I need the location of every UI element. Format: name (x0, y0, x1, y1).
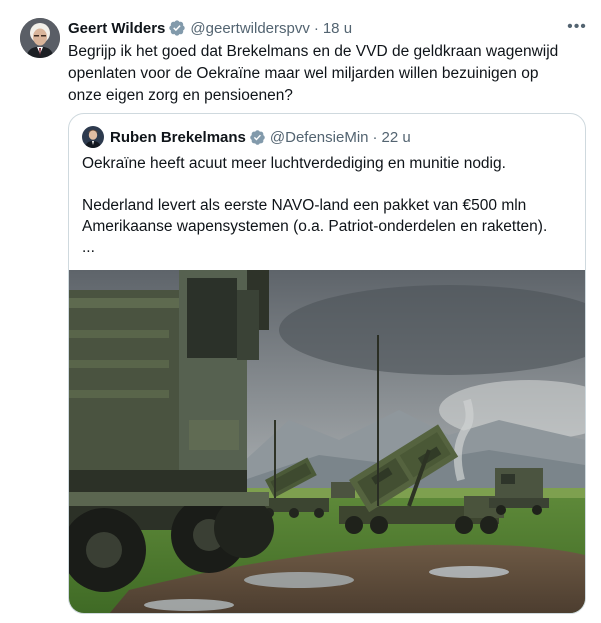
quoted-text: Oekraïne heeft acuut meer luchtverdedigi… (82, 153, 572, 258)
quoted-author-handle[interactable]: @DefensieMin (270, 129, 369, 146)
quoted-header: Ruben Brekelmans @DefensieMin · 22 u (110, 126, 411, 148)
quoted-author-avatar[interactable] (82, 126, 104, 148)
verified-badge-icon (249, 129, 266, 146)
separator: · (372, 128, 378, 146)
quoted-text-ellipsis: ... (82, 239, 95, 256)
author-handle[interactable]: @geertwilderspvv (190, 20, 309, 37)
quoted-author-name[interactable]: Ruben Brekelmans (110, 129, 246, 146)
tweet-text: Begrijp ik het goed dat Brekelmans en de… (68, 43, 559, 104)
quoted-tweet[interactable]: Ruben Brekelmans @DefensieMin · 22 u Oek… (68, 113, 586, 614)
more-options-icon[interactable]: ••• (566, 16, 588, 38)
author-avatar[interactable] (20, 18, 60, 58)
timestamp[interactable]: 18 u (323, 20, 352, 37)
verified-badge-icon (168, 19, 186, 37)
quoted-text-line: Nederland levert als eerste NAVO-land ee… (82, 197, 548, 235)
quoted-media-image[interactable] (69, 270, 585, 613)
quoted-timestamp[interactable]: 22 u (382, 129, 411, 146)
quoted-text-line: Oekraïne heeft acuut meer luchtverdedigi… (82, 155, 506, 172)
tweet: Geert Wilders @geertwilderspvv · 18 u ••… (0, 0, 601, 623)
author-name[interactable]: Geert Wilders (68, 20, 165, 37)
separator: · (313, 19, 319, 37)
tweet-header: Geert Wilders @geertwilderspvv · 18 u (68, 17, 352, 39)
